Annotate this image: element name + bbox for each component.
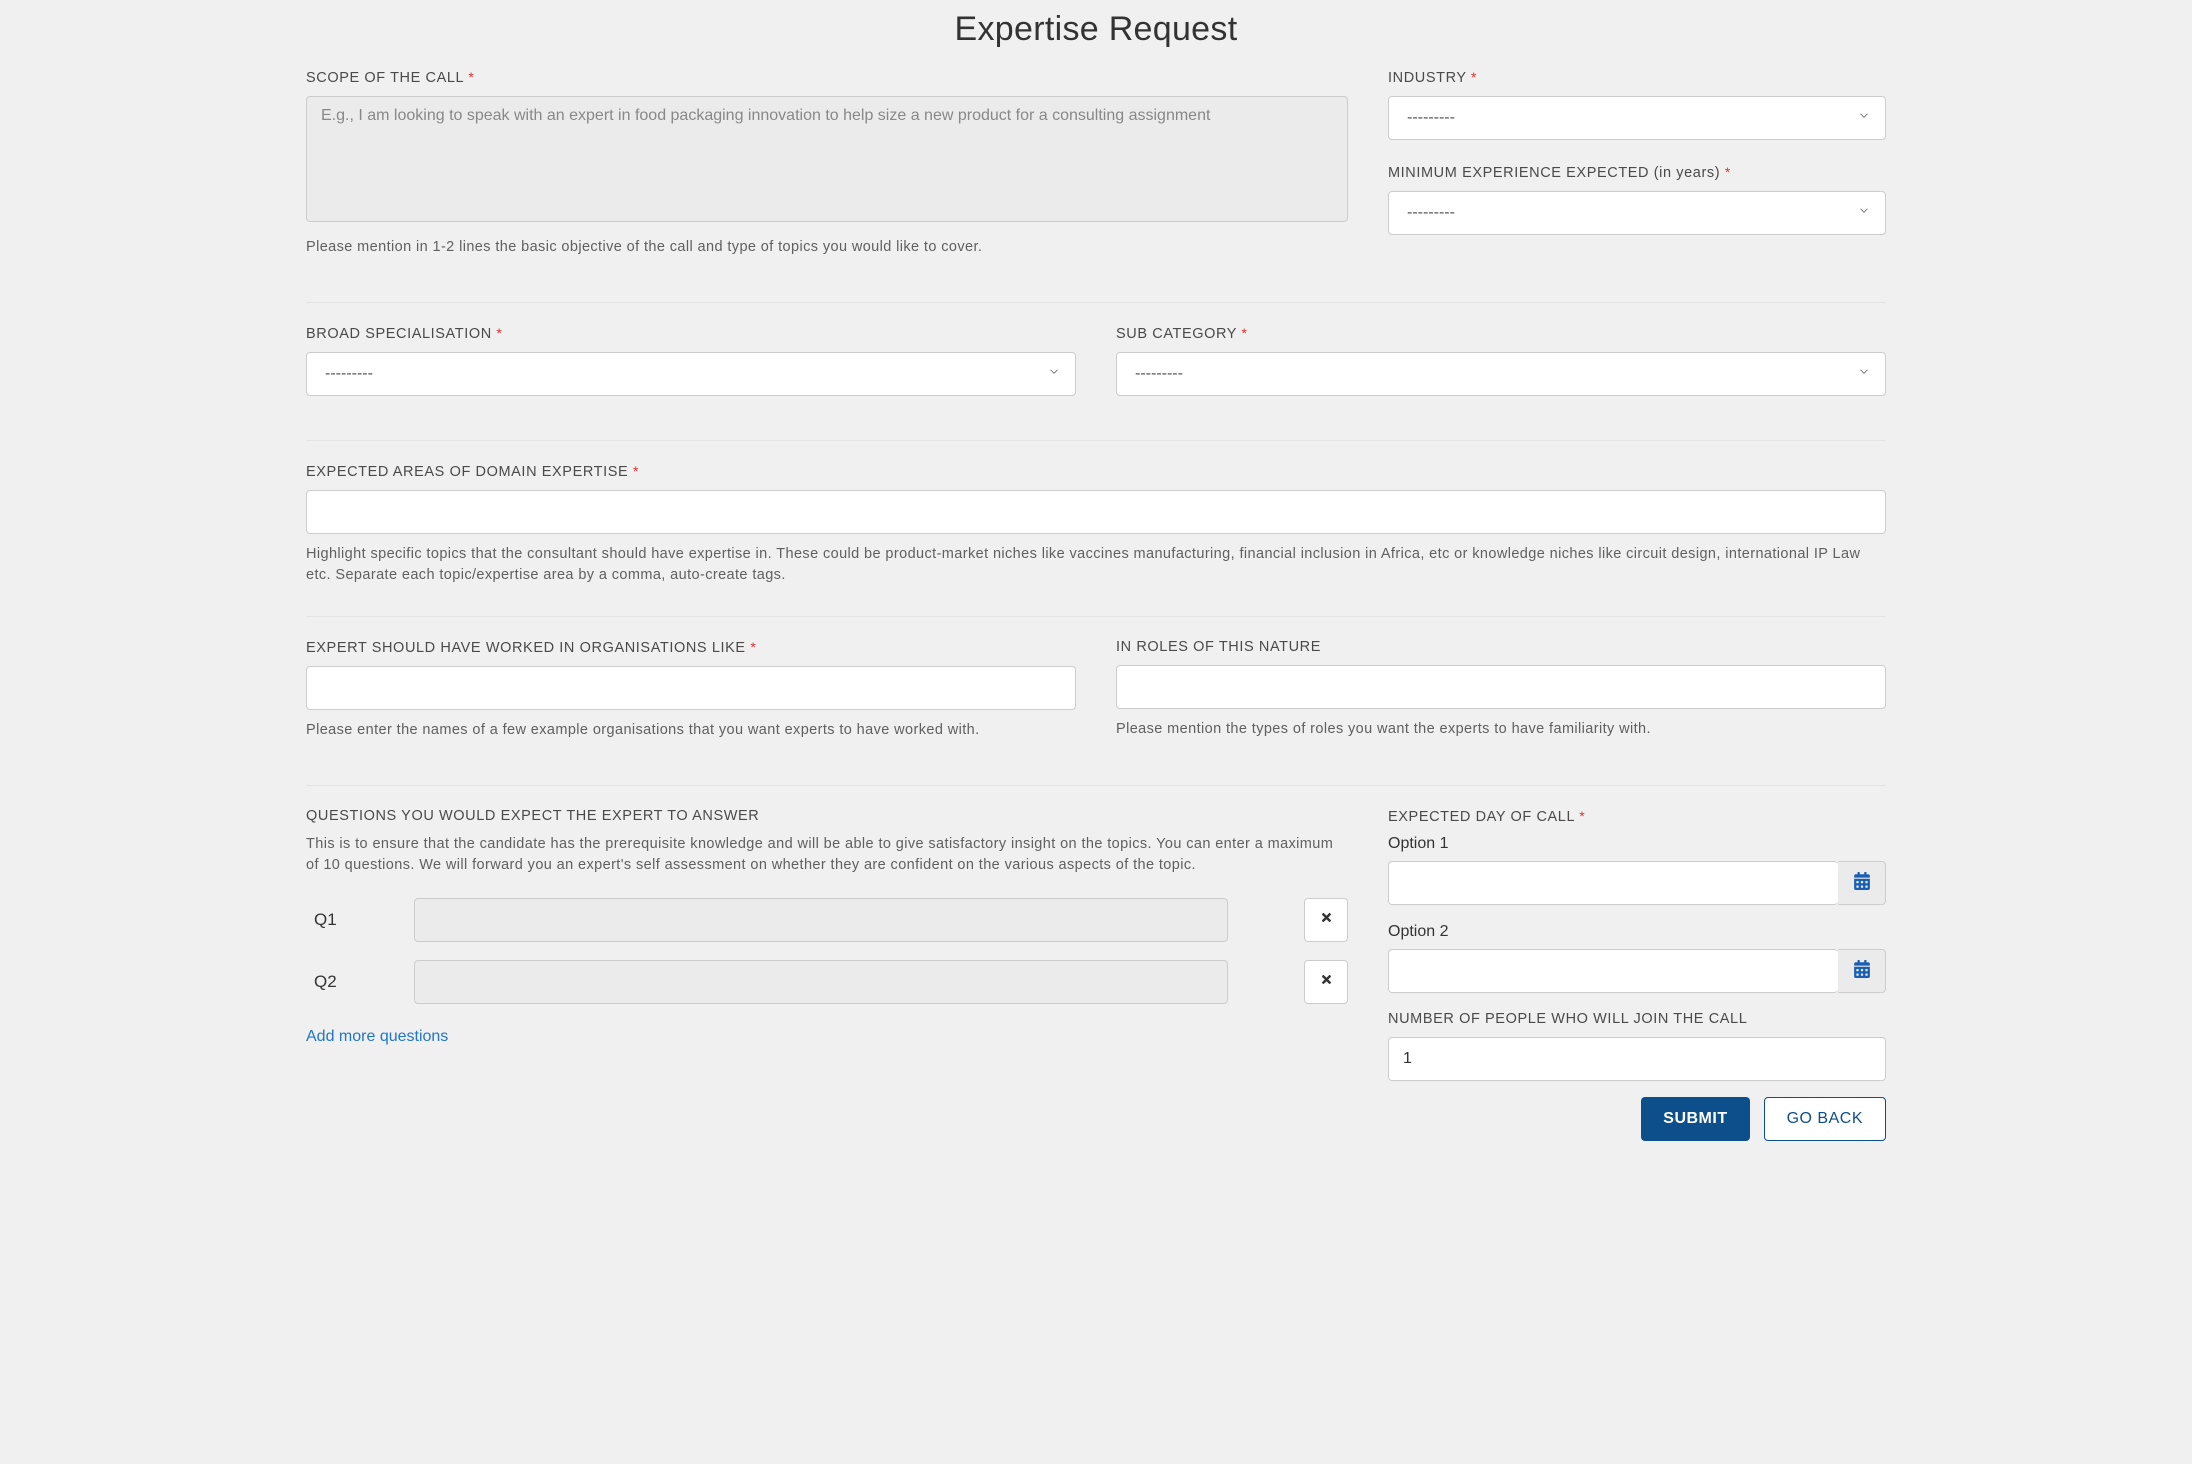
roles-input[interactable] [1116, 665, 1886, 709]
calendar-icon [1853, 960, 1871, 983]
question-input[interactable] [414, 898, 1228, 942]
roles-help: Please mention the types of roles you wa… [1116, 719, 1886, 740]
call-day-option-2-group [1388, 949, 1886, 993]
sub-category-selected: --------- [1135, 365, 1183, 383]
scope-textarea[interactable] [306, 96, 1348, 222]
divider [306, 440, 1886, 441]
call-day-label: EXPECTED DAY OF CALL * [1388, 808, 1886, 825]
question-input[interactable] [414, 960, 1228, 1004]
scope-label-text: SCOPE OF THE CALL [306, 70, 464, 86]
required-marker: * [633, 463, 639, 479]
industry-selected: --------- [1407, 109, 1455, 127]
num-people-label: NUMBER OF PEOPLE WHO WILL JOIN THE CALL [1388, 1011, 1886, 1027]
calendar-button[interactable] [1838, 861, 1886, 905]
scope-help: Please mention in 1-2 lines the basic ob… [306, 237, 1348, 258]
remove-question-button[interactable] [1304, 898, 1348, 942]
min-experience-label: MINIMUM EXPERIENCE EXPECTED (in years) * [1388, 164, 1886, 181]
min-experience-select[interactable]: --------- [1388, 191, 1886, 235]
question-row: Q1 [306, 898, 1348, 942]
roles-label: IN ROLES OF THIS NATURE [1116, 639, 1886, 655]
required-marker: * [496, 325, 502, 341]
call-day-label-text: EXPECTED DAY OF CALL [1388, 809, 1575, 825]
questions-help: This is to ensure that the candidate has… [306, 834, 1348, 876]
divider [306, 785, 1886, 786]
chevron-down-icon [1047, 365, 1061, 384]
question-label: Q1 [314, 910, 354, 930]
calendar-button[interactable] [1838, 949, 1886, 993]
add-more-questions-link[interactable]: Add more questions [306, 1028, 448, 1046]
min-experience-label-text: MINIMUM EXPERIENCE EXPECTED (in years) [1388, 165, 1720, 181]
divider [306, 302, 1886, 303]
domain-expertise-label-text: EXPECTED AREAS OF DOMAIN EXPERTISE [306, 464, 628, 480]
call-day-option-2-input[interactable] [1388, 949, 1838, 993]
broad-spec-label-text: BROAD SPECIALISATION [306, 326, 492, 342]
chevron-down-icon [1857, 204, 1871, 223]
domain-expertise-help: Highlight specific topics that the consu… [306, 544, 1886, 586]
submit-button[interactable]: SUBMIT [1641, 1097, 1749, 1141]
broad-spec-select[interactable]: --------- [306, 352, 1076, 396]
divider [306, 616, 1886, 617]
required-marker: * [1241, 325, 1247, 341]
sub-category-label: SUB CATEGORY * [1116, 325, 1886, 342]
required-marker: * [1471, 69, 1477, 85]
question-label: Q2 [314, 972, 354, 992]
call-day-option-1-group [1388, 861, 1886, 905]
orgs-label: EXPERT SHOULD HAVE WORKED IN ORGANISATIO… [306, 639, 1076, 656]
question-row: Q2 [306, 960, 1348, 1004]
call-day-option-label: Option 2 [1388, 923, 1886, 941]
industry-label: INDUSTRY * [1388, 69, 1886, 86]
close-icon [1320, 911, 1333, 929]
page-title: Expertise Request [306, 10, 1886, 49]
scope-label: SCOPE OF THE CALL * [306, 69, 1348, 86]
close-icon [1320, 973, 1333, 991]
min-experience-selected: --------- [1407, 204, 1455, 222]
remove-question-button[interactable] [1304, 960, 1348, 1004]
required-marker: * [750, 639, 756, 655]
chevron-down-icon [1857, 365, 1871, 384]
call-day-option-label: Option 1 [1388, 835, 1886, 853]
calendar-icon [1853, 872, 1871, 895]
industry-label-text: INDUSTRY [1388, 70, 1466, 86]
domain-expertise-label: EXPECTED AREAS OF DOMAIN EXPERTISE * [306, 463, 1886, 480]
orgs-input[interactable] [306, 666, 1076, 710]
broad-spec-label: BROAD SPECIALISATION * [306, 325, 1076, 342]
num-people-input[interactable] [1388, 1037, 1886, 1081]
required-marker: * [468, 69, 474, 85]
sub-category-select[interactable]: --------- [1116, 352, 1886, 396]
domain-expertise-input[interactable] [306, 490, 1886, 534]
industry-select[interactable]: --------- [1388, 96, 1886, 140]
call-day-option-1-input[interactable] [1388, 861, 1838, 905]
go-back-button[interactable]: GO BACK [1764, 1097, 1886, 1141]
required-marker: * [1579, 808, 1585, 824]
orgs-help: Please enter the names of a few example … [306, 720, 1076, 741]
required-marker: * [1725, 164, 1731, 180]
broad-spec-selected: --------- [325, 365, 373, 383]
orgs-label-text: EXPERT SHOULD HAVE WORKED IN ORGANISATIO… [306, 640, 746, 656]
sub-category-label-text: SUB CATEGORY [1116, 326, 1237, 342]
questions-label: QUESTIONS YOU WOULD EXPECT THE EXPERT TO… [306, 808, 1348, 824]
chevron-down-icon [1857, 109, 1871, 128]
